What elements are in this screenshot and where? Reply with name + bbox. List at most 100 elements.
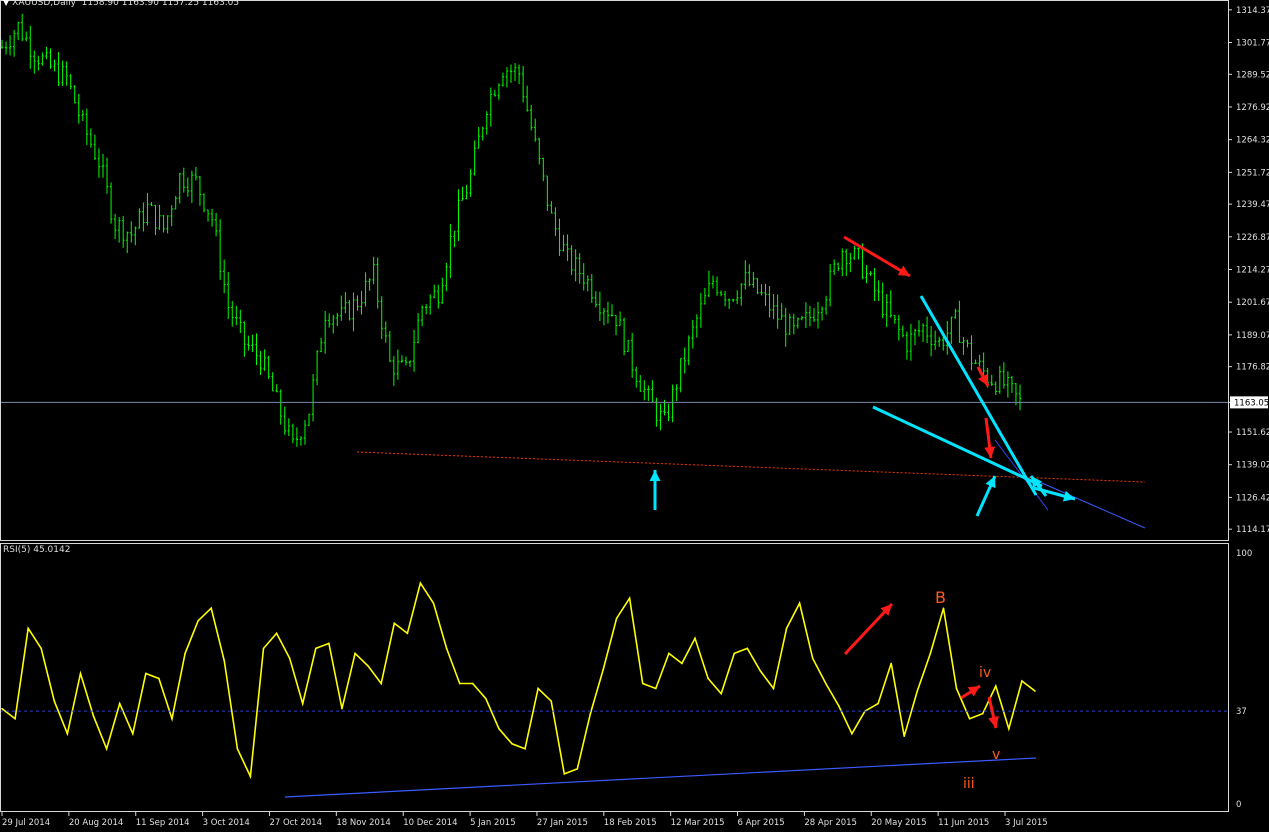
rsi-point bbox=[158, 678, 160, 680]
rsi-point bbox=[563, 773, 565, 775]
rsi-point bbox=[760, 670, 762, 672]
ohlc-label: 1158.90 1163.90 1157.25 1163.05 bbox=[82, 0, 239, 8]
rsi-point bbox=[890, 663, 892, 665]
rsi-point bbox=[1, 708, 3, 710]
rsi-point bbox=[668, 653, 670, 655]
rsi-point bbox=[341, 708, 343, 710]
rsi-point bbox=[420, 582, 422, 584]
cyan-arrow-up-1 bbox=[650, 470, 661, 510]
rsi-point bbox=[603, 668, 605, 670]
wedge-lower-trendline bbox=[873, 407, 1042, 486]
price-tick-label: 1176.82 bbox=[1236, 363, 1269, 373]
rsi-point bbox=[1021, 680, 1023, 682]
rsi-point bbox=[498, 728, 500, 730]
rsi-indicator-label: RSI(5) 45.0142 bbox=[3, 545, 70, 555]
date-tick-label: 28 Apr 2015 bbox=[804, 818, 857, 828]
current-price-tag: 1163.05 bbox=[1234, 398, 1269, 408]
rsi-point bbox=[577, 768, 579, 770]
red-arrow-up-rsi bbox=[845, 604, 892, 654]
rsi-point bbox=[694, 638, 696, 640]
rsi-point bbox=[877, 703, 879, 705]
rsi-point bbox=[446, 648, 448, 650]
rsi-point bbox=[917, 690, 919, 692]
rsi-point bbox=[393, 622, 395, 624]
rsi-point bbox=[851, 733, 853, 735]
rsi-point bbox=[550, 700, 552, 702]
rsi-point bbox=[210, 607, 212, 609]
rsi-point bbox=[1008, 728, 1010, 730]
symbol-label: XAUUSD,Daily bbox=[12, 0, 76, 8]
red-arrow-v-head bbox=[988, 716, 999, 728]
wave-label-iv: iv bbox=[979, 665, 991, 681]
rsi-point bbox=[707, 678, 709, 680]
rsi-point bbox=[655, 688, 657, 690]
date-tick-label: 18 Nov 2014 bbox=[336, 818, 390, 828]
price-tick-label: 1226.87 bbox=[1236, 233, 1269, 243]
rsi-point bbox=[106, 748, 108, 750]
rsi-point bbox=[903, 735, 905, 737]
date-tick-label: 11 Sep 2014 bbox=[136, 818, 190, 828]
rsi-frame bbox=[1, 544, 1229, 812]
rsi-point bbox=[14, 718, 16, 720]
date-tick-label: 3 Jul 2015 bbox=[1005, 818, 1048, 828]
chart-svg[interactable]: 1314.371301.771289.521276.921264.321251.… bbox=[0, 0, 1269, 828]
rsi-point bbox=[472, 683, 474, 685]
rsi-point bbox=[223, 660, 225, 662]
price-tick-label: 1126.42 bbox=[1236, 493, 1269, 503]
rsi-point bbox=[773, 688, 775, 690]
date-tick-label: 10 Dec 2014 bbox=[403, 818, 457, 828]
rsi-series-line bbox=[2, 583, 1035, 776]
rsi-point bbox=[956, 688, 958, 690]
rsi-point bbox=[289, 658, 291, 660]
annotations: Biviiiv bbox=[357, 237, 1145, 792]
rsi-point bbox=[838, 705, 840, 707]
rsi-point bbox=[433, 602, 435, 604]
rsi-point bbox=[54, 700, 56, 702]
date-tick-label: 27 Oct 2014 bbox=[269, 818, 322, 828]
rsi-point bbox=[40, 648, 42, 650]
rsi-point bbox=[799, 602, 801, 604]
price-tick-label: 1201.67 bbox=[1236, 298, 1269, 308]
red-arrow-v bbox=[988, 697, 999, 728]
wave-label-iii: iii bbox=[963, 776, 975, 792]
rsi-point bbox=[943, 607, 945, 609]
rsi-point bbox=[67, 733, 69, 735]
cyan-arrow-up-1-head bbox=[650, 470, 661, 481]
rsi-point bbox=[982, 713, 984, 715]
rsi-point bbox=[733, 653, 735, 655]
rsi-point bbox=[681, 663, 683, 665]
price-frame bbox=[1, 1, 1229, 541]
price-tick-label: 1214.27 bbox=[1236, 266, 1269, 276]
rsi-point bbox=[263, 648, 265, 650]
rsi-point bbox=[930, 653, 932, 655]
rsi-point bbox=[132, 733, 134, 735]
date-tick-label: 27 Jan 2015 bbox=[537, 818, 588, 828]
dropdown-triangle-icon[interactable]: ▼ bbox=[3, 0, 9, 7]
rsi-point bbox=[511, 743, 513, 745]
date-tick-label: 5 Jan 2015 bbox=[470, 818, 516, 828]
rsi-point bbox=[354, 653, 356, 655]
date-tick-label: 18 Feb 2015 bbox=[604, 818, 657, 828]
rsi-point bbox=[171, 718, 173, 720]
rsi-point bbox=[629, 597, 631, 599]
rsi-point bbox=[367, 665, 369, 667]
axes: 1314.371301.771289.521276.921264.321251.… bbox=[1, 1, 1269, 829]
chart-header: ▼XAUUSD,Daily 1158.90 1163.90 1157.25 11… bbox=[3, 0, 239, 8]
price-tick-label: 1314.37 bbox=[1236, 6, 1269, 16]
date-tick-label: 20 Aug 2014 bbox=[69, 818, 123, 828]
rsi-point bbox=[315, 648, 317, 650]
rsi-axis-label: 100 bbox=[1236, 549, 1252, 559]
date-tick-label: 11 Jun 2015 bbox=[938, 818, 989, 828]
price-tick-label: 1114.17 bbox=[1236, 525, 1269, 535]
rsi-point bbox=[27, 628, 29, 630]
chart-window[interactable]: 1314.371301.771289.521276.921264.321251.… bbox=[0, 0, 1269, 828]
rsi-point bbox=[825, 683, 827, 685]
date-tick-label: 3 Oct 2014 bbox=[203, 818, 250, 828]
rsi-point bbox=[80, 673, 82, 675]
rsi-point bbox=[995, 685, 997, 687]
rsi-point bbox=[812, 658, 814, 660]
rsi-point bbox=[485, 698, 487, 700]
price-tick-label: 1139.02 bbox=[1236, 461, 1269, 471]
rsi-point bbox=[786, 628, 788, 630]
rsi-point bbox=[590, 713, 592, 715]
